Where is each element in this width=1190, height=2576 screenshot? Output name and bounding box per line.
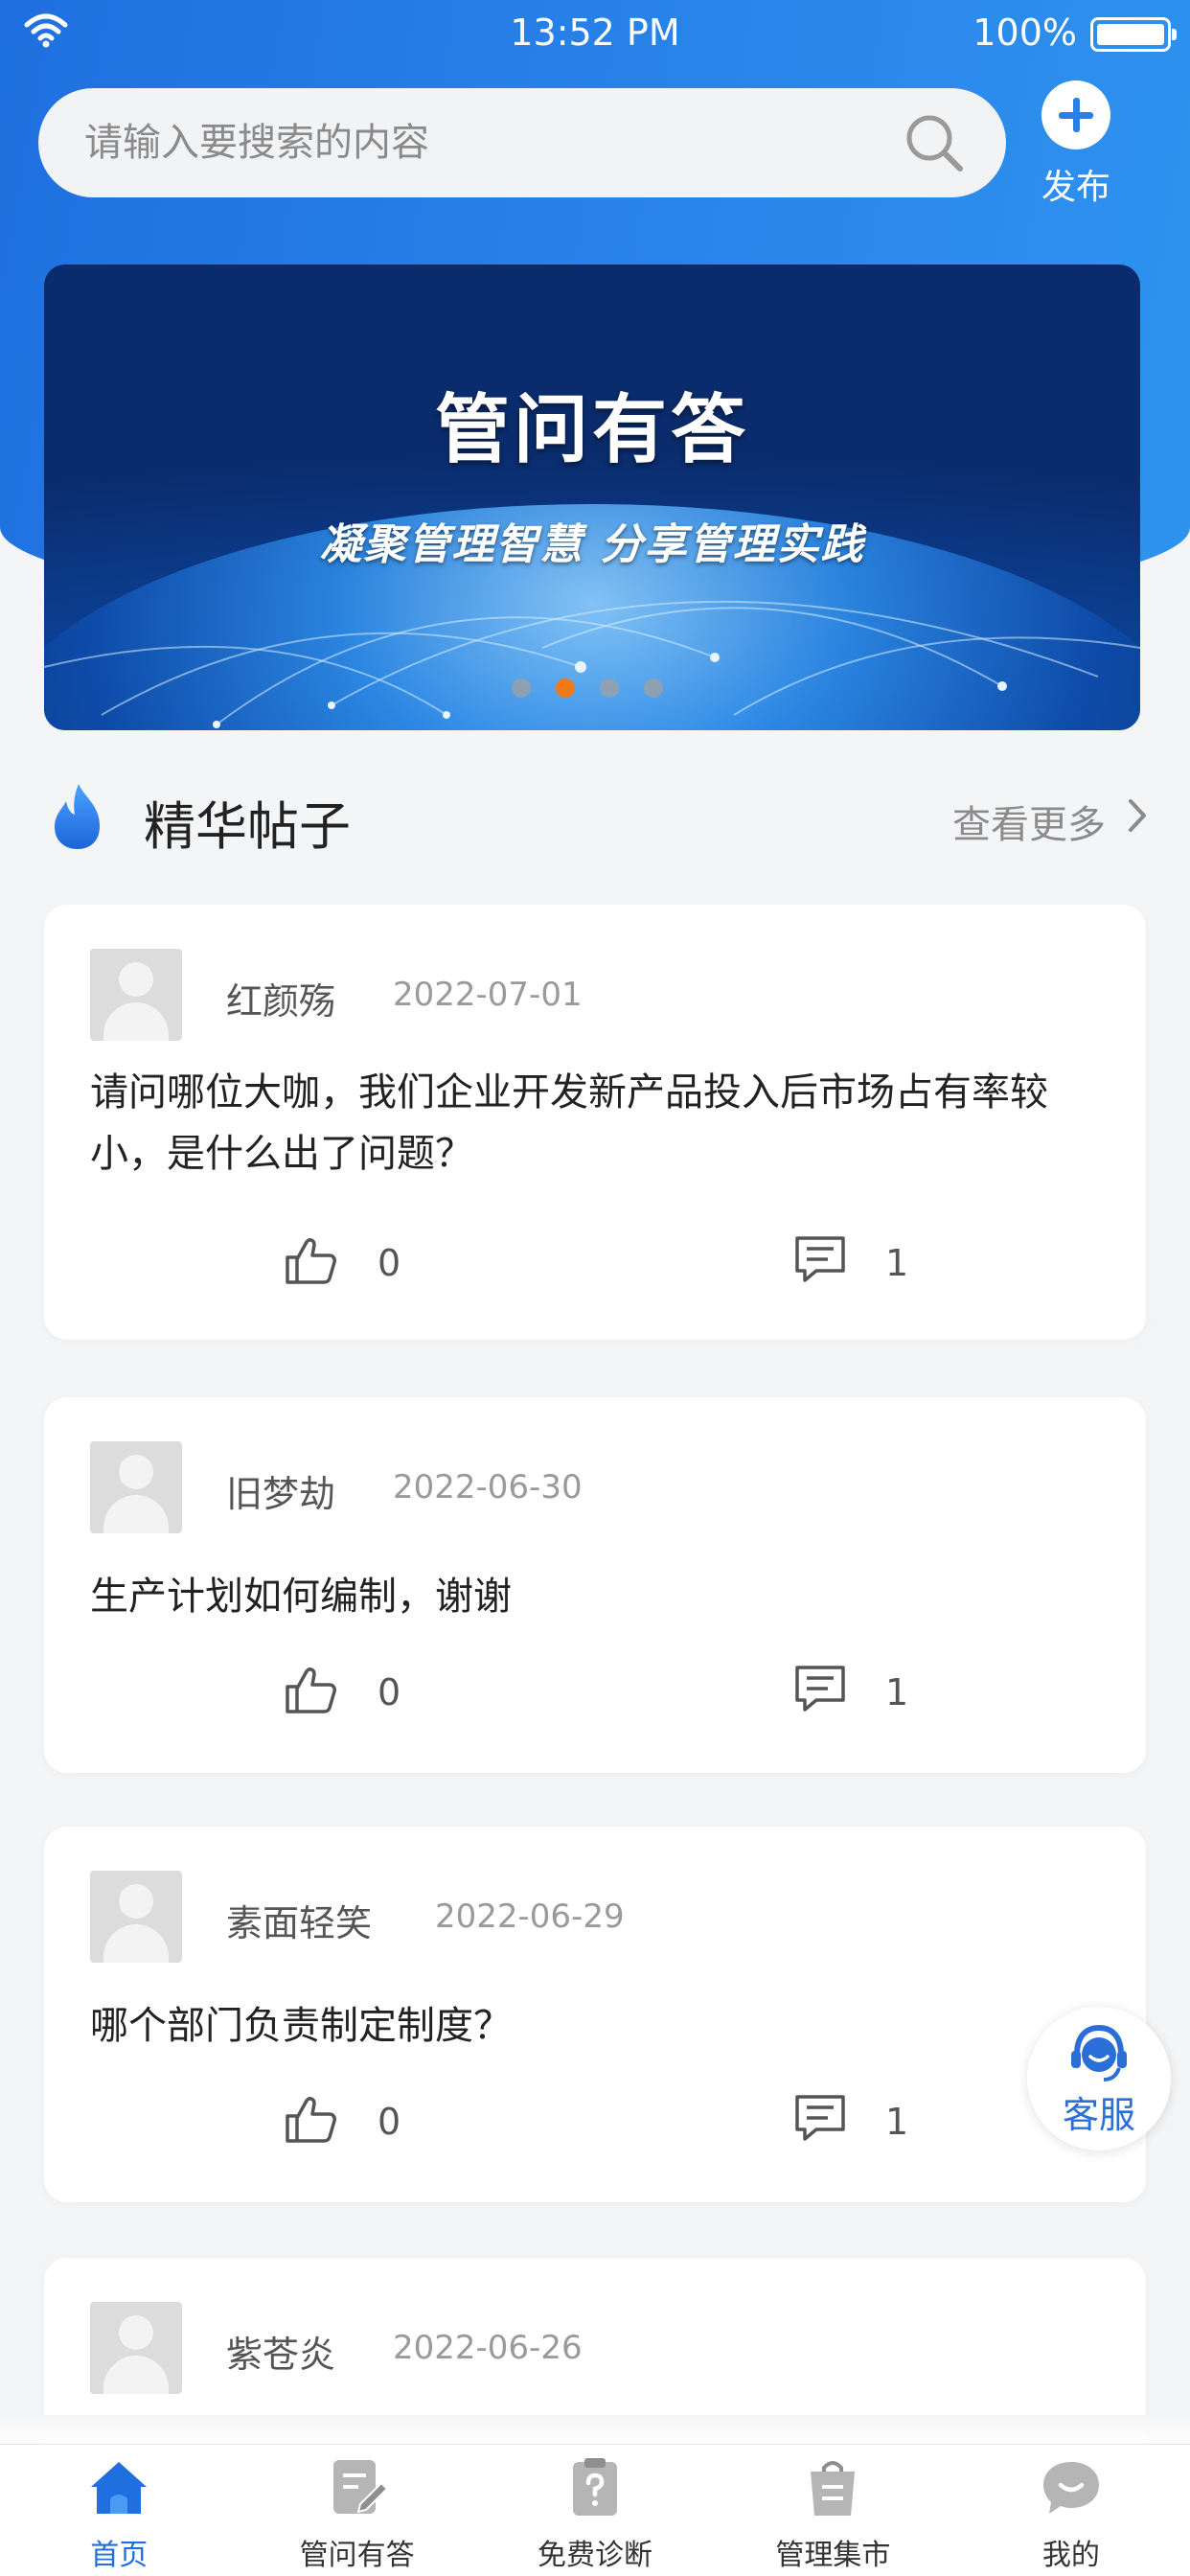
tab-label: 我的: [1041, 2539, 1100, 2572]
headset-icon: [1071, 2024, 1127, 2082]
avatar[interactable]: [90, 1871, 182, 1963]
post-card[interactable]: 旧梦劫 2022-06-30 生产计划如何编制，谢谢 0 1: [44, 1397, 1146, 1773]
tab-diagnosis[interactable]: 免费诊断: [476, 2445, 714, 2576]
post-date: 2022-07-01: [393, 976, 583, 1014]
tabbar-fade: [0, 2415, 1190, 2444]
post-content[interactable]: 请问哪位大咖，我们企业开发新产品投入后市场占有率较小，是什么出了问题？: [90, 1062, 1106, 1184]
post-username[interactable]: 紫苍炎: [226, 2325, 335, 2378]
avatar[interactable]: [90, 1441, 182, 1533]
plus-icon: [1041, 80, 1110, 150]
post-username[interactable]: 素面轻笑: [226, 1894, 372, 1946]
post-card[interactable]: 红颜殇 2022-07-01 请问哪位大咖，我们企业开发新产品投入后市场占有率较…: [44, 905, 1146, 1340]
battery-icon: [1090, 17, 1177, 52]
status-bar: 13:52 PM 100%: [0, 0, 1190, 69]
avatar[interactable]: [90, 2302, 182, 2394]
comment-icon[interactable]: [793, 2093, 847, 2143]
tab-label: 管理集市: [775, 2539, 891, 2572]
search-bar[interactable]: [38, 88, 1006, 197]
banner-subtitle: 凝聚管理智慧 分享管理实践: [319, 520, 865, 569]
banner-network-lines: [44, 600, 1140, 728]
thumbs-up-icon[interactable]: [284, 1666, 337, 1715]
carousel-dot[interactable]: [512, 678, 531, 698]
like-count: 0: [378, 1242, 401, 1284]
comment-icon[interactable]: [793, 1234, 847, 1284]
customer-service-button[interactable]: 客服: [1027, 2007, 1171, 2150]
like-count: 0: [378, 1671, 401, 1714]
post-date: 2022-06-29: [435, 1898, 625, 1936]
battery-percent: 100%: [973, 12, 1077, 54]
search-input[interactable]: [84, 88, 908, 197]
featured-posts-header: 精华帖子 查看更多: [0, 767, 1190, 872]
post-username[interactable]: 红颜殇: [226, 972, 335, 1024]
tab-label: 首页: [90, 2539, 149, 2572]
fire-icon: [55, 784, 100, 849]
post-date: 2022-06-26: [393, 2329, 583, 2367]
view-more-link[interactable]: 查看更多: [952, 794, 1106, 849]
chat-face-icon: [1042, 2462, 1099, 2514]
tab-qa[interactable]: 管问有答: [238, 2445, 475, 2576]
post-username[interactable]: 旧梦劫: [226, 1464, 335, 1517]
tab-mine[interactable]: 我的: [952, 2445, 1190, 2576]
chevron-right-icon[interactable]: [1123, 795, 1152, 836]
comment-count: 1: [885, 2101, 909, 2143]
post-date: 2022-06-30: [393, 1468, 583, 1506]
carousel-dot-active[interactable]: [556, 678, 575, 698]
publish-label: 发布: [1041, 168, 1110, 207]
tab-home[interactable]: 首页: [0, 2445, 238, 2576]
carousel-dot[interactable]: [600, 678, 619, 698]
like-count: 0: [378, 2101, 401, 2143]
avatar[interactable]: [90, 949, 182, 1041]
thumbs-up-icon[interactable]: [284, 2095, 337, 2145]
post-content[interactable]: 生产计划如何编制，谢谢: [90, 1566, 1106, 1627]
search-icon[interactable]: [903, 111, 966, 174]
bottom-tab-bar: 首页 管问有答 免费诊断 管理集市 我的: [0, 2444, 1190, 2576]
post-card[interactable]: 素面轻笑 2022-06-29 哪个部门负责制定制度？ 0 1: [44, 1827, 1146, 2202]
question-clipboard-icon: [573, 2458, 618, 2516]
customer-service-label: 客服: [1062, 2094, 1135, 2136]
home-icon: [91, 2462, 148, 2514]
comment-count: 1: [885, 1671, 909, 1714]
section-title: 精华帖子: [144, 796, 351, 857]
edit-note-icon: [332, 2460, 389, 2514]
carousel-indicator: [512, 678, 663, 698]
banner-title: 管问有答: [434, 387, 749, 473]
carousel-dot[interactable]: [644, 678, 663, 698]
shopping-bag-icon: [811, 2461, 856, 2516]
banner-carousel[interactable]: 管问有答 凝聚管理智慧 分享管理实践: [44, 264, 1140, 730]
post-content[interactable]: 哪个部门负责制定制度？: [90, 1995, 1106, 2057]
tab-label: 免费诊断: [538, 2539, 653, 2572]
publish-button[interactable]: 发布: [1033, 80, 1119, 215]
tab-label: 管问有答: [299, 2539, 415, 2572]
comment-count: 1: [885, 1242, 909, 1284]
comment-icon[interactable]: [793, 1664, 847, 1714]
tab-market[interactable]: 管理集市: [714, 2445, 951, 2576]
thumbs-up-icon[interactable]: [284, 1236, 337, 1286]
